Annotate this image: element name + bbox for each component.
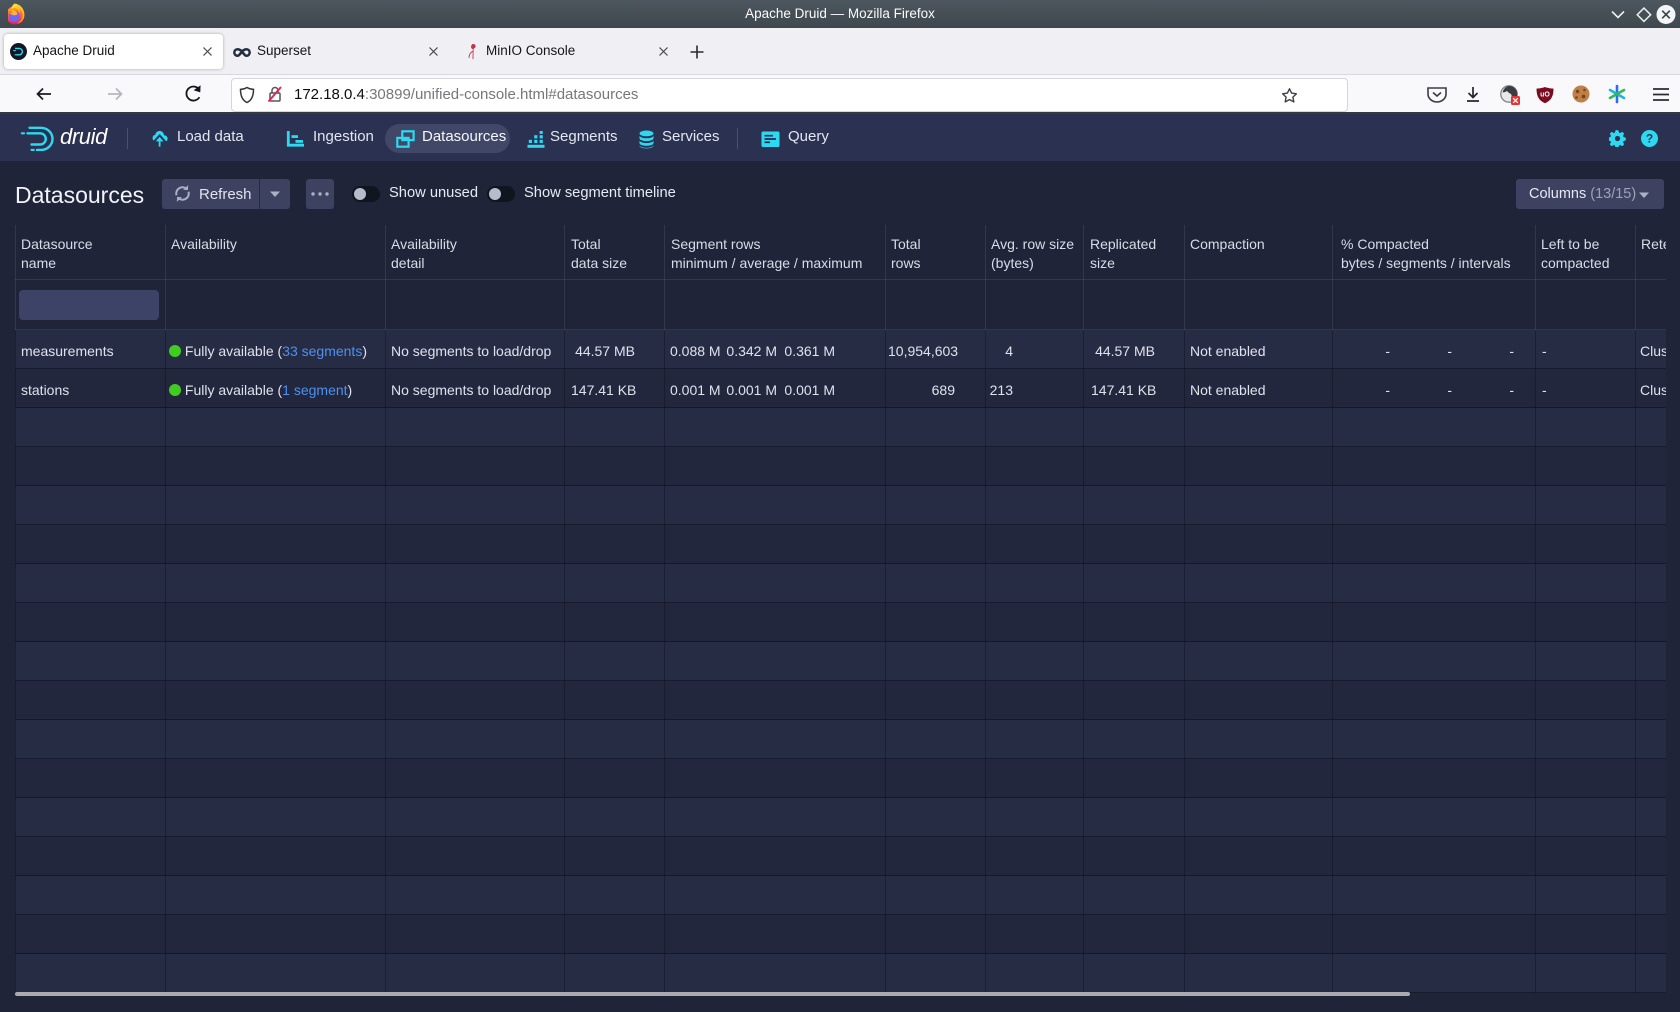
svg-text:uO: uO — [1540, 92, 1550, 99]
svg-text:?: ? — [1646, 132, 1653, 146]
